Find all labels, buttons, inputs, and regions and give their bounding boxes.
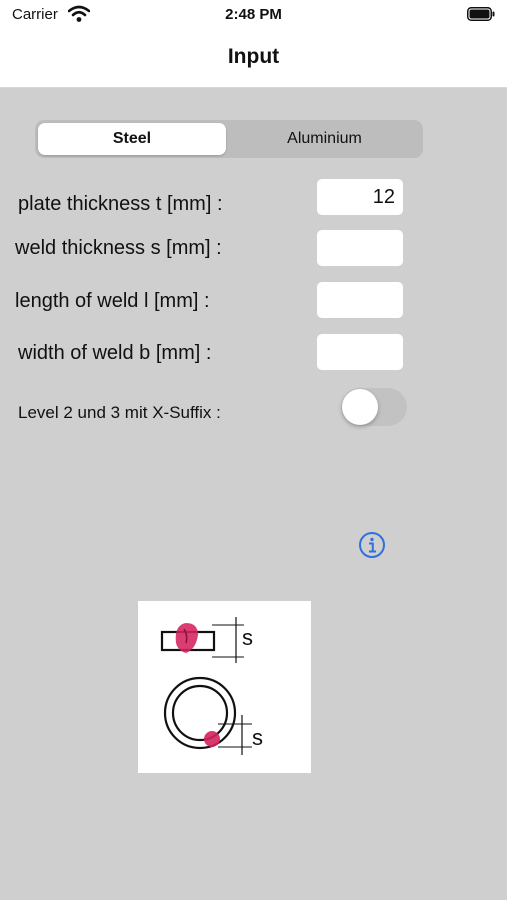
status-bar: Carrier 2:48 PM bbox=[0, 0, 507, 30]
material-segmented-control[interactable]: Steel Aluminium bbox=[35, 120, 423, 158]
info-icon[interactable] bbox=[358, 531, 386, 559]
dimension-label-bottom: s bbox=[252, 725, 263, 750]
dimension-label-top: s bbox=[242, 625, 253, 650]
page-title: Input bbox=[227, 45, 280, 68]
weld-length-label: length of weld l [mm] : bbox=[15, 290, 210, 312]
x-suffix-label: Level 2 und 3 mit X-Suffix : bbox=[18, 403, 221, 422]
battery-icon bbox=[467, 7, 495, 21]
weld-length-input[interactable] bbox=[317, 282, 403, 318]
weld-thickness-label: weld thickness s [mm] : bbox=[15, 237, 222, 259]
top-bar: Carrier 2:48 PM Input bbox=[0, 0, 507, 88]
segment-aluminium[interactable]: Aluminium bbox=[229, 123, 420, 155]
weld-width-input[interactable] bbox=[317, 334, 403, 370]
x-suffix-toggle[interactable] bbox=[341, 388, 407, 426]
clock: 2:48 PM bbox=[225, 6, 282, 23]
plate-thickness-input[interactable] bbox=[317, 179, 403, 215]
toggle-knob bbox=[342, 389, 378, 425]
weld-blob-bottom bbox=[204, 731, 220, 747]
weld-diagram: s s bbox=[138, 601, 311, 773]
weld-thickness-input[interactable] bbox=[317, 230, 403, 266]
weld-diagram-drawing: s s bbox=[160, 617, 263, 755]
segment-steel[interactable]: Steel bbox=[38, 123, 226, 155]
weld-width-label: width of weld b [mm] : bbox=[18, 342, 212, 364]
outer-ring bbox=[163, 676, 237, 750]
plate-thickness-label: plate thickness t [mm] : bbox=[18, 193, 223, 215]
inner-ring bbox=[171, 684, 229, 742]
